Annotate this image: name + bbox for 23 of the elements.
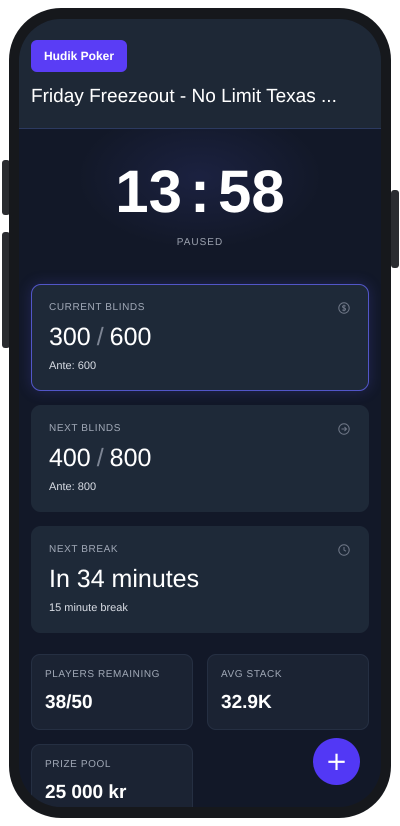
stat-label: PRIZE POOL <box>45 759 112 770</box>
stat-label: PLAYERS REMAINING <box>45 669 160 680</box>
blinds-value: 300 / 600 <box>49 323 152 352</box>
stat-value: 32.9K <box>221 692 273 714</box>
clock-icon <box>338 544 350 556</box>
blinds-value: 400 / 800 <box>49 444 152 473</box>
card-value: In 34 minutes <box>49 565 200 594</box>
tournament-title: Friday Freezeout - No Limit Texas ... <box>31 86 338 108</box>
timer-status: PAUSED <box>176 237 224 248</box>
card-label: CURRENT BLINDS <box>49 302 146 313</box>
add-button[interactable]: + <box>313 738 360 785</box>
brand-badge: Hudik Poker <box>31 40 128 72</box>
dollar-icon <box>338 302 350 314</box>
card-note: 15 minute break <box>49 602 129 614</box>
card-note: Ante: 800 <box>49 481 98 493</box>
stat-value: 38/50 <box>45 692 94 714</box>
stat-label: AVG STACK <box>221 669 282 680</box>
card-note: Ante: 600 <box>49 360 98 372</box>
countdown-timer: 13:58 <box>115 157 285 227</box>
card-label: NEXT BLINDS <box>49 423 121 434</box>
card-label: NEXT BREAK <box>49 544 118 555</box>
stat-value: 25 000 kr <box>45 782 128 804</box>
arrow-right-icon <box>338 423 350 435</box>
